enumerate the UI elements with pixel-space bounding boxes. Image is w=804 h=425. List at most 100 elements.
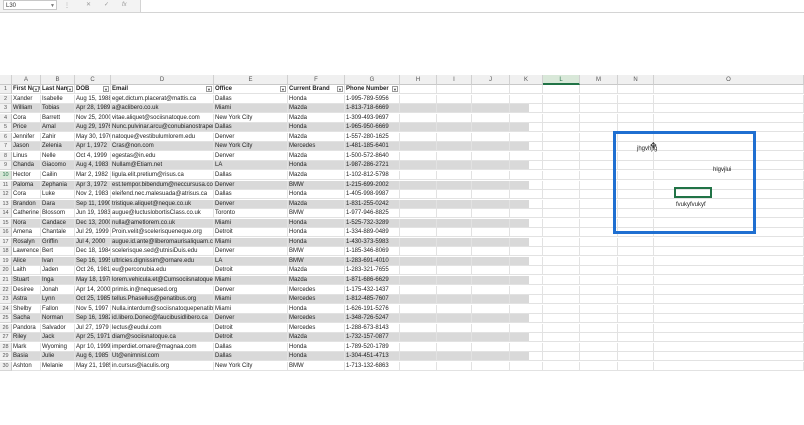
grid-cell[interactable] xyxy=(580,237,618,247)
table-cell[interactable]: lorem.vehicula.et@Cumsociisnatoque.edu xyxy=(111,276,214,285)
grid-cell[interactable] xyxy=(510,285,543,295)
grid-cell[interactable] xyxy=(472,247,510,257)
table-cell[interactable]: Mercedes xyxy=(288,314,345,324)
grid-cell[interactable] xyxy=(510,228,543,238)
grid-cell[interactable] xyxy=(510,161,543,171)
table-cell[interactable]: Zahir xyxy=(41,132,75,142)
table-cell[interactable]: Aug 29, 1976 xyxy=(75,123,111,133)
grid-cell[interactable] xyxy=(618,266,654,276)
grid-cell[interactable] xyxy=(580,85,618,94)
grid-cell[interactable] xyxy=(510,113,543,123)
grid-cell[interactable] xyxy=(543,295,580,305)
table-cell[interactable]: Jul 4, 2000 xyxy=(75,237,111,247)
grid-cell[interactable] xyxy=(472,256,510,266)
table-cell[interactable]: Laith xyxy=(12,266,41,276)
table-cell[interactable]: Ashton xyxy=(12,361,41,371)
grid-cell[interactable] xyxy=(618,285,654,295)
grid-cell[interactable] xyxy=(543,113,580,123)
grid-cell[interactable] xyxy=(618,342,654,352)
table-cell[interactable]: tellus.Phasellus@penatibus.org xyxy=(111,295,214,305)
grid-cell[interactable] xyxy=(654,104,804,114)
table-header-cell[interactable]: Last Name ▼ xyxy=(41,85,75,94)
row-number[interactable]: 7 xyxy=(0,142,12,152)
grid-cell[interactable] xyxy=(618,333,654,343)
table-cell[interactable]: Dara xyxy=(41,199,75,209)
table-cell[interactable]: 1-500-572-8640 xyxy=(345,151,400,161)
table-cell[interactable]: egestas@in.edu xyxy=(111,151,214,161)
grid-cell[interactable] xyxy=(472,142,510,152)
grid-cell[interactable] xyxy=(510,323,543,333)
table-header-cell[interactable]: Office ▼ xyxy=(214,85,288,94)
table-cell[interactable]: Aug 4, 1983 xyxy=(75,161,111,171)
grid-cell[interactable] xyxy=(472,228,510,238)
table-cell[interactable]: Apr 10, 1999 xyxy=(75,342,111,352)
table-cell[interactable]: Sacha xyxy=(12,314,41,324)
grid-cell[interactable] xyxy=(580,104,618,114)
grid-cell[interactable] xyxy=(437,256,472,266)
column-header-i[interactable]: I xyxy=(437,75,472,85)
column-header-j[interactable]: J xyxy=(472,75,510,85)
grid-cell[interactable] xyxy=(472,361,510,371)
grid-cell[interactable] xyxy=(580,304,618,314)
table-cell[interactable]: Nov 2, 1983 xyxy=(75,190,111,200)
row-number[interactable]: 22 xyxy=(0,285,12,295)
filter-dropdown-icon[interactable]: ▼ xyxy=(33,86,39,92)
row-number[interactable]: 11 xyxy=(0,180,12,190)
table-cell[interactable]: Paloma xyxy=(12,180,41,190)
table-cell[interactable]: Mercedes xyxy=(288,295,345,305)
grid-cell[interactable] xyxy=(580,314,618,324)
table-cell[interactable]: Dec 13, 2000 xyxy=(75,218,111,228)
table-cell[interactable]: Mazda xyxy=(288,276,345,285)
grid-cell[interactable] xyxy=(510,85,543,94)
grid-cell[interactable] xyxy=(580,333,618,343)
grid-cell[interactable] xyxy=(580,352,618,362)
table-cell[interactable]: Nelle xyxy=(41,151,75,161)
table-cell[interactable]: Apr 28, 1989 xyxy=(75,104,111,114)
grid-cell[interactable] xyxy=(543,180,580,190)
table-cell[interactable]: 1-987-286-2721 xyxy=(345,161,400,171)
grid-cell[interactable] xyxy=(437,352,472,362)
grid-cell[interactable] xyxy=(400,361,437,371)
grid-cell[interactable] xyxy=(472,199,510,209)
table-cell[interactable]: May 18, 1978 xyxy=(75,276,111,285)
table-cell[interactable]: ultricies.dignissim@ornare.edu xyxy=(111,256,214,266)
table-cell[interactable]: 1-732-157-0877 xyxy=(345,333,400,343)
table-cell[interactable]: Ut@enimnisl.com xyxy=(111,352,214,362)
table-cell[interactable]: Price xyxy=(12,123,41,133)
table-cell[interactable]: Xander xyxy=(12,94,41,104)
table-cell[interactable]: Jonah xyxy=(41,285,75,295)
table-cell[interactable]: 1-812-485-7607 xyxy=(345,295,400,305)
filter-dropdown-icon[interactable]: ▼ xyxy=(392,86,398,92)
grid-cell[interactable] xyxy=(472,113,510,123)
row-number[interactable]: 16 xyxy=(0,228,12,238)
column-header-h[interactable]: H xyxy=(400,75,437,85)
grid-cell[interactable] xyxy=(543,285,580,295)
grid-cell[interactable] xyxy=(580,276,618,285)
table-cell[interactable]: 1-713-132-6863 xyxy=(345,361,400,371)
table-cell[interactable]: Honda xyxy=(288,352,345,362)
grid-cell[interactable] xyxy=(437,113,472,123)
column-header-d[interactable]: D xyxy=(111,75,214,85)
grid-cell[interactable] xyxy=(510,94,543,104)
table-cell[interactable]: tristique.aliquet@neque.co.uk xyxy=(111,199,214,209)
table-cell[interactable]: Mazda xyxy=(288,113,345,123)
column-header-c[interactable]: C xyxy=(75,75,111,85)
grid-cell[interactable] xyxy=(437,94,472,104)
grid-cell[interactable] xyxy=(437,104,472,114)
table-cell[interactable]: Hector xyxy=(12,170,41,180)
grid-cell[interactable] xyxy=(472,85,510,94)
table-cell[interactable]: Miami xyxy=(214,104,288,114)
grid-cell[interactable] xyxy=(437,180,472,190)
grid-cell[interactable] xyxy=(400,218,437,228)
filter-dropdown-icon[interactable]: ▼ xyxy=(103,86,109,92)
grid-cell[interactable] xyxy=(618,85,654,94)
row-number[interactable]: 3 xyxy=(0,104,12,114)
table-cell[interactable]: Denver xyxy=(214,285,288,295)
grid-cell[interactable] xyxy=(618,276,654,285)
table-cell[interactable]: Luke xyxy=(41,190,75,200)
row-number[interactable]: 12 xyxy=(0,190,12,200)
grid-cell[interactable] xyxy=(400,190,437,200)
table-cell[interactable]: Shelby xyxy=(12,304,41,314)
filter-dropdown-icon[interactable]: ▼ xyxy=(337,86,343,92)
table-cell[interactable]: Blossom xyxy=(41,209,75,219)
